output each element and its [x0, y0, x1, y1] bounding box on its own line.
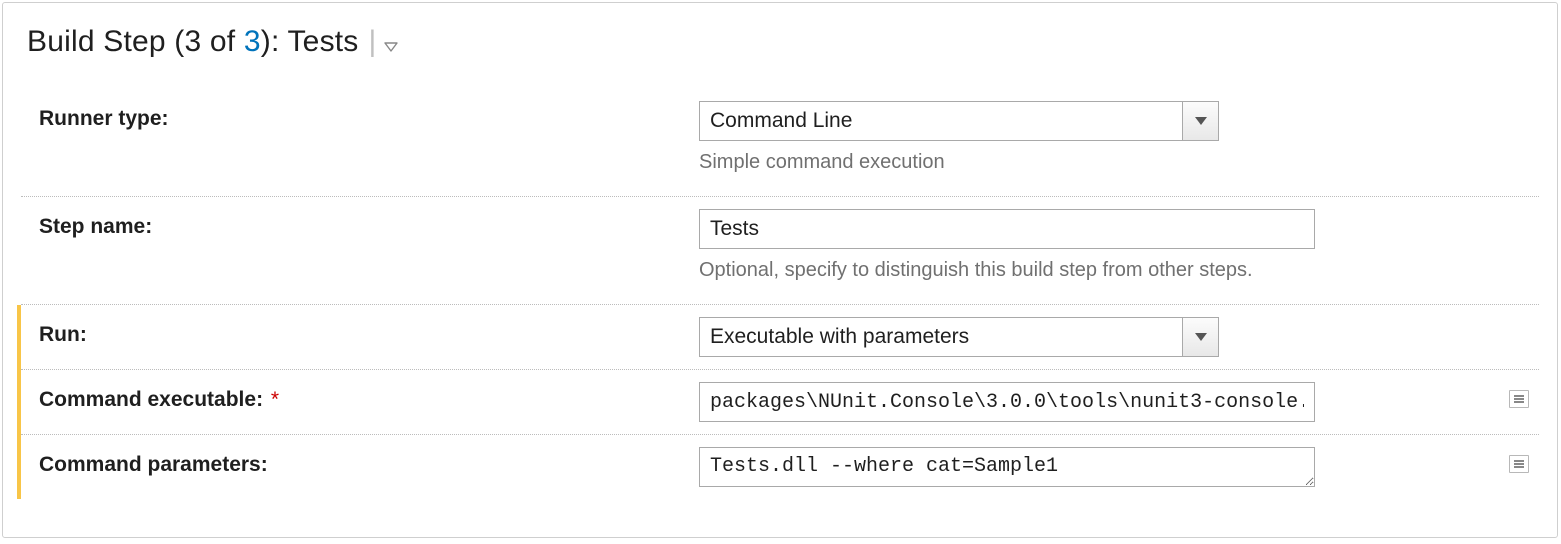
side-runner-type: [1499, 101, 1539, 109]
runner-type-value: Command Line: [700, 102, 1182, 140]
parameters-reference-button[interactable]: [1509, 390, 1529, 408]
title-prefix: Build Step (: [27, 25, 184, 58]
content-command-executable: [699, 382, 1499, 422]
row-run: Run: Executable with parameters: [21, 305, 1539, 370]
run-value: Executable with parameters: [700, 318, 1182, 356]
label-command-parameters: Command parameters:: [39, 447, 699, 477]
command-parameters-input[interactable]: [699, 447, 1315, 487]
runner-type-help: Simple command execution: [699, 151, 1499, 174]
content-runner-type: Command Line Simple command execution: [699, 101, 1499, 174]
content-run: Executable with parameters: [699, 317, 1499, 357]
run-dropdown-button[interactable]: [1182, 318, 1218, 356]
page-title: Build Step (3 of 3): Tests: [27, 25, 359, 59]
side-command-executable: [1499, 382, 1539, 408]
content-command-parameters: [699, 447, 1499, 487]
side-command-parameters: [1499, 447, 1539, 473]
parameters-reference-button[interactable]: [1509, 455, 1529, 473]
step-name-help: Optional, specify to distinguish this bu…: [699, 259, 1499, 282]
command-executable-input[interactable]: [699, 382, 1315, 422]
title-suffix: ):: [261, 25, 288, 58]
panel-header: Build Step (3 of 3): Tests |: [21, 25, 1539, 59]
label-step-name: Step name:: [39, 209, 699, 239]
label-run: Run:: [39, 317, 699, 347]
form-rows: Runner type: Command Line Simple command…: [21, 89, 1539, 499]
title-step-middle: of: [201, 25, 244, 58]
label-command-executable: Command executable: *: [39, 382, 699, 412]
reorder-toggle[interactable]: [382, 38, 400, 56]
label-runner-type: Runner type:: [39, 101, 699, 131]
side-step-name: [1499, 209, 1539, 217]
highlighted-group: Run: Executable with parameters Command …: [17, 305, 1539, 499]
title-step-current: 3: [184, 25, 201, 58]
side-run: [1499, 317, 1539, 325]
chevron-down-icon: [1194, 116, 1208, 126]
content-step-name: Optional, specify to distinguish this bu…: [699, 209, 1499, 282]
title-step-total-link[interactable]: 3: [244, 25, 261, 58]
chevron-down-outline-icon: [384, 41, 398, 53]
required-mark: *: [271, 388, 279, 411]
runner-type-select[interactable]: Command Line: [699, 101, 1219, 141]
chevron-down-icon: [1194, 332, 1208, 342]
label-command-executable-text: Command executable:: [39, 388, 263, 411]
row-command-executable: Command executable: *: [21, 370, 1539, 435]
title-separator: |: [369, 25, 377, 59]
build-step-panel: Build Step (3 of 3): Tests | Runner type…: [2, 2, 1558, 538]
run-select[interactable]: Executable with parameters: [699, 317, 1219, 357]
title-step-name: Tests: [287, 25, 358, 58]
step-name-input[interactable]: [699, 209, 1315, 249]
row-step-name: Step name: Optional, specify to distingu…: [21, 197, 1539, 305]
row-runner-type: Runner type: Command Line Simple command…: [21, 89, 1539, 197]
runner-type-dropdown-button[interactable]: [1182, 102, 1218, 140]
row-command-parameters: Command parameters:: [21, 435, 1539, 499]
list-icon: [1513, 459, 1525, 469]
list-icon: [1513, 394, 1525, 404]
